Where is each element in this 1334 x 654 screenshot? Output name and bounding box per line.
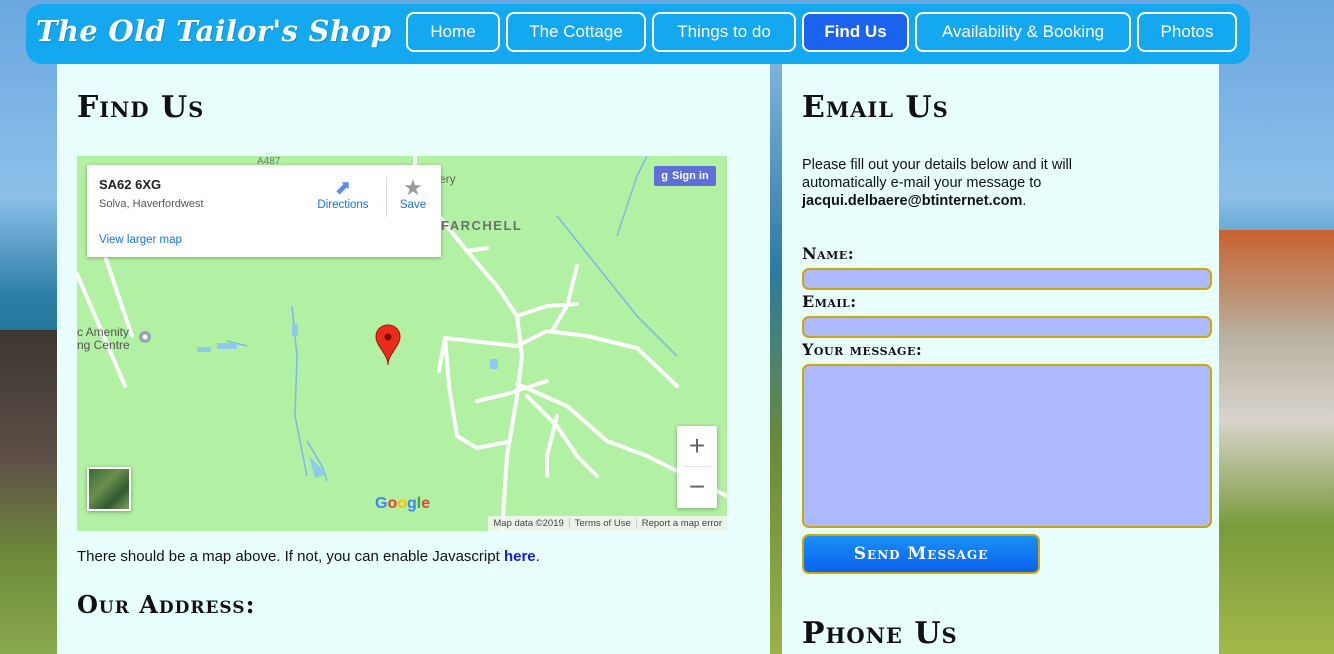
save-label: Save	[399, 199, 427, 211]
save-button[interactable]: ★ Save	[393, 175, 433, 212]
map-note-text: There should be a map above. If not, you…	[77, 548, 504, 565]
map-footer: Map data ©2019 Terms of Use Report a map…	[488, 516, 727, 531]
nav-the-cottage[interactable]: The Cottage	[506, 12, 646, 52]
google-g-icon: g	[661, 170, 669, 182]
map-data-credit: Map data ©2019	[493, 518, 564, 529]
message-textarea[interactable]	[802, 364, 1212, 528]
message-label: Your message:	[802, 340, 923, 359]
contact-email: jacqui.delbaere@btinternet.com	[802, 193, 1023, 209]
directions-label: Directions	[317, 199, 369, 211]
email-input[interactable]	[802, 316, 1212, 338]
signin-label: Sign in	[672, 170, 709, 182]
enable-javascript-link[interactable]: here	[504, 548, 536, 565]
email-intro-text: Please fill out your details below and i…	[802, 157, 1072, 191]
satellite-toggle[interactable]	[87, 467, 131, 511]
find-us-heading: Find Us	[77, 90, 205, 125]
embedded-map[interactable]: A487 ery FARCHELL c Amenity ng Centre SA…	[77, 156, 727, 531]
address-heading: Our Address:	[77, 590, 256, 619]
email-us-panel: Email Us Please fill out your details be…	[782, 64, 1219, 654]
card-divider	[386, 177, 387, 217]
place-title: SA62 6XG	[99, 177, 162, 192]
map-note-suffix: .	[535, 548, 540, 565]
email-us-heading: Email Us	[802, 90, 949, 125]
zoom-out-button[interactable]: −	[677, 467, 717, 507]
map-marker-icon[interactable]	[375, 324, 401, 366]
background-strip	[770, 64, 782, 654]
directions-button[interactable]: ⬈ Directions	[315, 177, 371, 211]
star-icon: ★	[403, 175, 423, 200]
send-message-button[interactable]: Send Message	[802, 534, 1040, 574]
terms-of-use-link[interactable]: Terms of Use	[568, 518, 636, 529]
site-title[interactable]: The Old Tailor's Shop	[36, 14, 391, 48]
google-logo: Google	[375, 495, 431, 512]
phone-us-heading: Phone Us	[802, 616, 958, 651]
nav-find-us[interactable]: Find Us	[802, 12, 909, 52]
amenity-line-2: ng Centre	[77, 338, 130, 352]
nav-things-to-do[interactable]: Things to do	[652, 12, 796, 52]
name-label: Name:	[802, 244, 855, 263]
place-subtitle: Solva, Haverfordwest	[99, 198, 204, 210]
find-us-panel: Find Us A487 ery FARCHELL c Amenity ng C…	[57, 64, 770, 654]
name-input[interactable]	[802, 268, 1212, 290]
map-signin-button[interactable]: g Sign in	[654, 166, 716, 186]
main-nav: Home The Cottage Things to do Find Us Av…	[406, 12, 1237, 52]
place-label-farchell: FARCHELL	[441, 218, 523, 233]
nav-photos[interactable]: Photos	[1137, 12, 1237, 52]
background-cliff-right	[1218, 230, 1334, 654]
email-intro-suffix: .	[1022, 193, 1027, 209]
map-place-card: SA62 6XG Solva, Haverfordwest View large…	[87, 165, 441, 257]
nav-home[interactable]: Home	[406, 12, 500, 52]
report-map-error-link[interactable]: Report a map error	[635, 518, 727, 529]
directions-icon: ⬈	[334, 177, 352, 199]
email-intro: Please fill out your details below and i…	[802, 156, 1132, 210]
nav-availability-booking[interactable]: Availability & Booking	[915, 12, 1131, 52]
place-label-amenity: c Amenity ng Centre	[77, 326, 130, 352]
view-larger-map-link[interactable]: View larger map	[99, 234, 182, 246]
zoom-in-button[interactable]: +	[677, 426, 717, 466]
place-label-ery: ery	[439, 172, 456, 186]
map-note: There should be a map above. If not, you…	[77, 548, 540, 565]
site-header: The Old Tailor's Shop Home The Cottage T…	[26, 4, 1250, 64]
background-rocks-left	[0, 330, 60, 654]
email-label: Email:	[802, 292, 857, 311]
zoom-controls: + −	[677, 426, 717, 508]
